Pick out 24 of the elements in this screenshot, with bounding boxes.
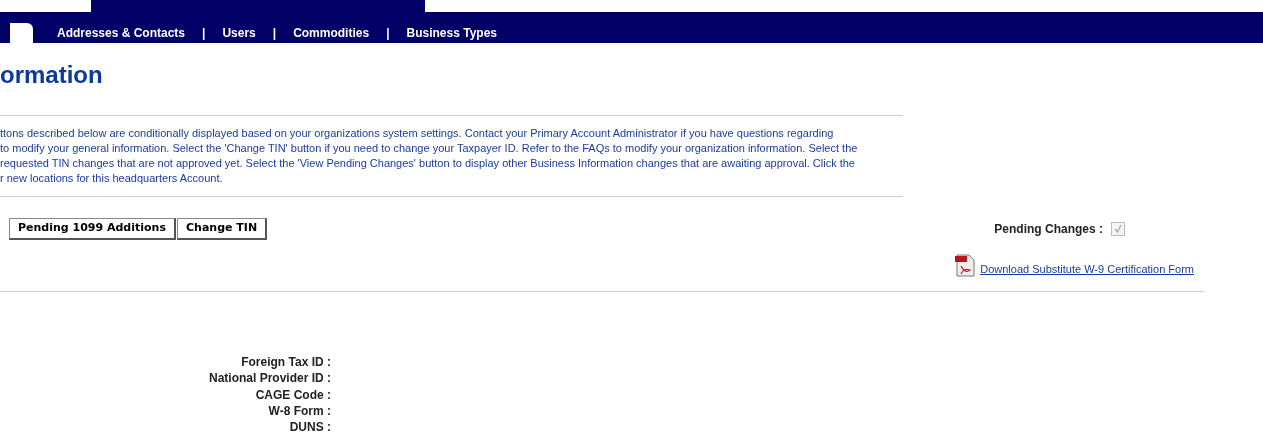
field-label: National Provider ID : — [208, 370, 331, 387]
nav-tab-corner — [10, 23, 33, 43]
field-label: DUNS : — [289, 419, 331, 436]
pending-changes-label: Pending Changes : — [994, 221, 1103, 238]
page-title: ormation — [0, 60, 104, 90]
description-line: r new locations for this headquarters Account. — [0, 171, 224, 186]
nav-separator: | — [386, 25, 390, 42]
description-line: ttons described below are conditionally displayed based on your organizations system settings. Contact your Primary Account Administrator if you have questions regarding — [0, 126, 835, 141]
nav-separator: | — [202, 25, 206, 42]
checkmark-icon — [1113, 224, 1123, 234]
pdf-icon — [954, 254, 976, 277]
nav-link[interactable]: Business Types — [406, 24, 497, 42]
nav-link[interactable]: Commodities — [293, 24, 370, 42]
description-line: to modify your general information. Select the 'Change TIN' button if you need to change your Taxpayer ID. Refer to the FAQs to modify your organization information. Select the — [0, 141, 859, 156]
field-label: Foreign Tax ID : — [241, 354, 331, 371]
field-label: W-8 Form : — [268, 402, 331, 420]
field-label: CAGE Code : — [255, 386, 331, 403]
nav-link[interactable]: Users — [222, 24, 256, 42]
download-link[interactable]: Download Substitute W-9 Certification Form — [980, 260, 1194, 277]
description-line: requested TIN changes that are not approved yet. Select the 'View Pending Changes' button to display other Business Information changes that are awaiting approval. Click the — [0, 156, 856, 171]
nav-link[interactable]: Addresses & Contacts — [57, 24, 186, 42]
action-button[interactable]: Pending 1099 Additions — [9, 218, 176, 240]
nav-separator: | — [272, 25, 277, 42]
action-button[interactable]: Change TIN — [177, 218, 268, 240]
